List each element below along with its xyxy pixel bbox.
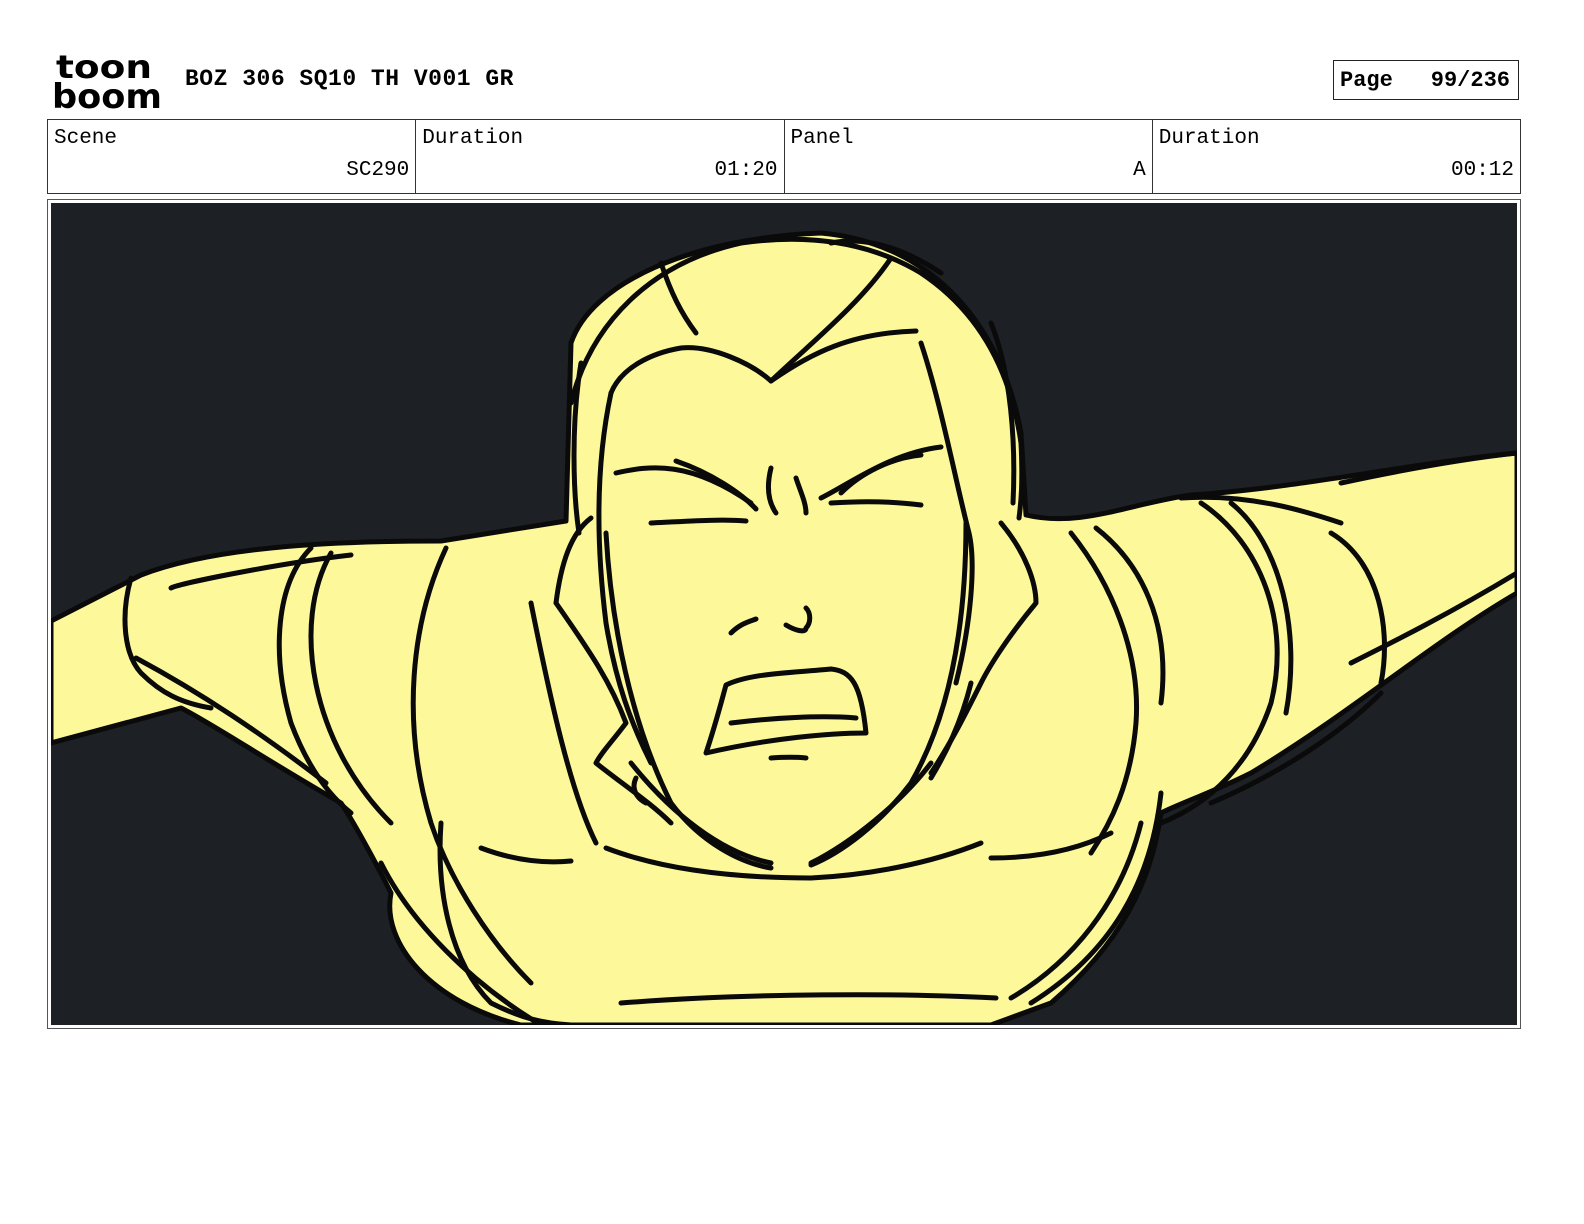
toonboom-logo: toon boom xyxy=(52,50,162,112)
panel-info-table: Scene SC290 Duration 01:20 Panel A Durat… xyxy=(47,119,1521,194)
panel-duration-cell: Duration 00:12 xyxy=(1153,120,1520,193)
page-label: Page xyxy=(1340,67,1393,93)
scene-duration-value: 01:20 xyxy=(714,159,778,182)
scene-duration-label: Duration xyxy=(422,127,524,150)
scene-value: SC290 xyxy=(346,159,410,182)
document-title: BOZ 306 SQ10 TH V001 GR xyxy=(185,66,514,92)
scene-label: Scene xyxy=(54,127,118,150)
panel-duration-label: Duration xyxy=(1158,127,1260,150)
storyboard-panel-image xyxy=(51,203,1517,1025)
panel-label: Panel xyxy=(790,127,854,150)
scene-duration-cell: Duration 01:20 xyxy=(416,120,785,193)
panel-value: A xyxy=(1133,159,1146,182)
logo-text-bottom: boom xyxy=(52,77,162,112)
page-number: 99/236 xyxy=(1430,67,1510,93)
page-indicator: Page 99/236 xyxy=(1333,60,1519,100)
scene-cell: Scene SC290 xyxy=(48,120,417,193)
panel-duration-value: 00:12 xyxy=(1450,159,1514,182)
panel-cell: Panel A xyxy=(785,120,1153,193)
